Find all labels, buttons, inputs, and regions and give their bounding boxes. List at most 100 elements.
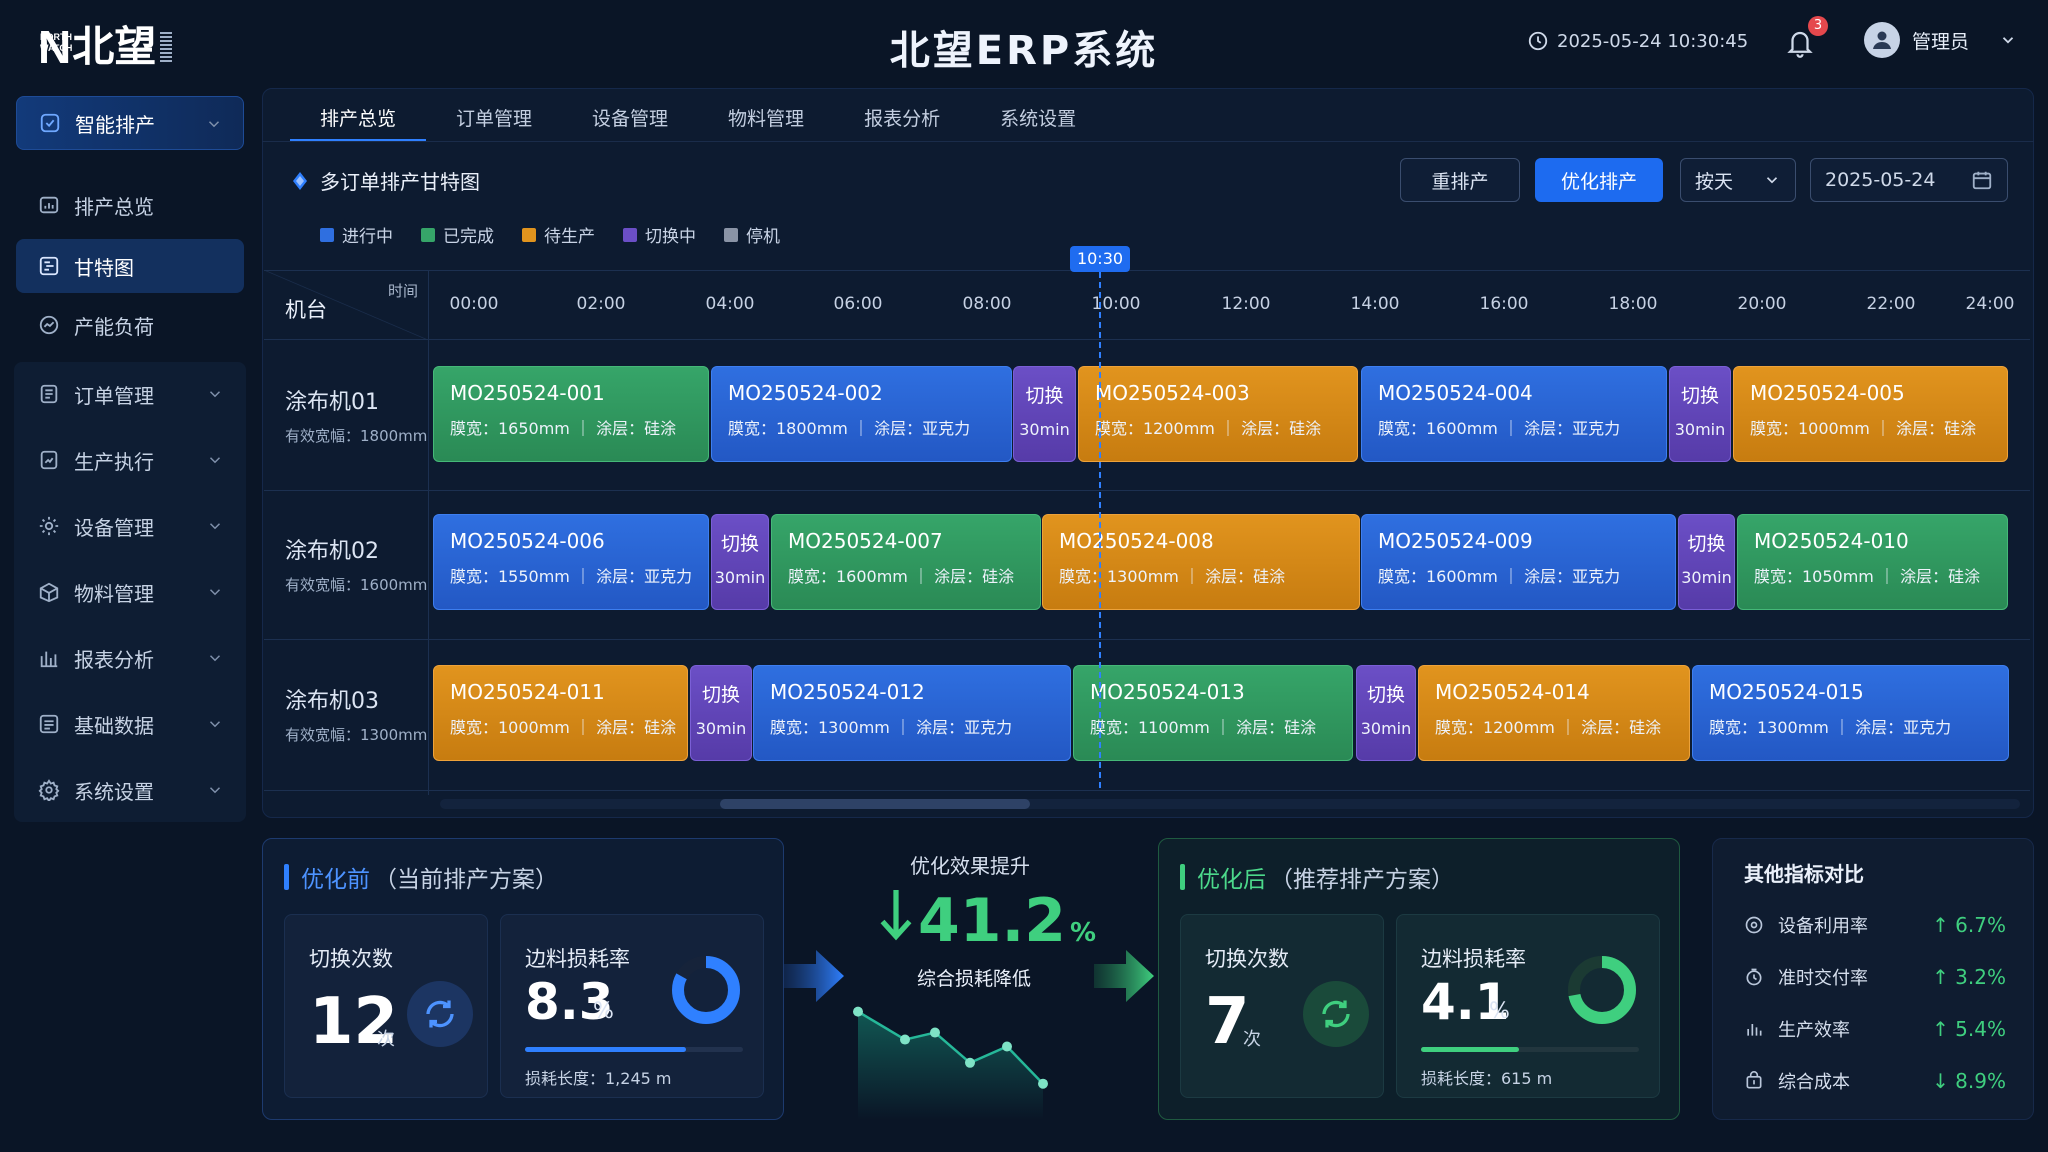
sidebar-item-reports[interactable]: 报表分析 xyxy=(16,631,244,685)
view-select-value: 按天 xyxy=(1695,170,1734,193)
order-bar[interactable]: MO250524-015 膜宽：1300mm ｜ 涂层：亚克力 xyxy=(1692,665,2009,761)
time-tick: 22:00 xyxy=(1866,294,1916,314)
changeover-duration: 30min xyxy=(695,719,747,738)
user-menu[interactable]: 管理员 xyxy=(1864,22,2017,58)
sidebar-item-smart-scheduling[interactable]: 智能排产 xyxy=(16,96,244,150)
sidebar-item-gantt[interactable]: 甘特图 xyxy=(16,239,244,293)
sidebar-item-base-data[interactable]: 基础数据 xyxy=(16,697,244,751)
order-bar[interactable]: MO250524-013 膜宽：1100mm ｜ 涂层：硅涂 xyxy=(1073,665,1353,761)
order-bar[interactable]: MO250524-003 膜宽：1200mm ｜ 涂层：硅涂 xyxy=(1078,366,1358,462)
card-label: 切换次数 xyxy=(309,947,393,971)
order-info: 膜宽：1300mm ｜ 涂层：亚克力 xyxy=(770,718,1013,737)
arrow-right-icon xyxy=(784,950,844,1002)
changeover-label: 切换 xyxy=(1025,385,1064,407)
tab-divider xyxy=(262,141,2034,142)
changeover-duration: 30min xyxy=(1681,568,1732,587)
order-id: MO250524-010 xyxy=(1754,529,1909,553)
order-id: MO250524-009 xyxy=(1378,529,1533,553)
legend-label: 停机 xyxy=(746,227,780,247)
changeover-bar[interactable]: 切换 30min xyxy=(711,514,769,610)
sidebar-item-orders[interactable]: 订单管理 xyxy=(16,367,244,421)
changeover-bar[interactable]: 切换 30min xyxy=(1013,366,1076,462)
tab-materials[interactable]: 物料管理 xyxy=(698,96,834,142)
order-id: MO250524-013 xyxy=(1090,680,1245,704)
order-bar[interactable]: MO250524-007 膜宽：1600mm ｜ 涂层：硅涂 xyxy=(771,514,1041,610)
order-bar[interactable]: MO250524-010 膜宽：1050mm ｜ 涂层：硅涂 xyxy=(1737,514,2008,610)
improve-value: 41.2 xyxy=(918,886,1067,956)
order-info: 膜宽：1300mm ｜ 涂层：亚克力 xyxy=(1709,718,1952,737)
order-bar[interactable]: MO250524-005 膜宽：1000mm ｜ 涂层：硅涂 xyxy=(1733,366,2008,462)
datetime-text: 2025-05-24 10:30:45 xyxy=(1557,30,1749,52)
order-bar[interactable]: MO250524-006 膜宽：1550mm ｜ 涂层：亚克力 xyxy=(433,514,709,610)
changeover-bar[interactable]: 切换 30min xyxy=(1678,514,1735,610)
machine-width: 有效宽幅：1300mm xyxy=(285,726,428,744)
time-tick: 18:00 xyxy=(1608,294,1658,314)
tab-orders[interactable]: 订单管理 xyxy=(426,96,562,142)
changeover-bar[interactable]: 切换 30min xyxy=(690,665,752,761)
clock-icon xyxy=(1528,31,1548,51)
sidebar-item-overview[interactable]: 排产总览 xyxy=(16,178,244,232)
gear-icon xyxy=(39,516,59,536)
header-clock: 2025-05-24 10:30:45 xyxy=(1527,30,1748,52)
time-tick: 08:00 xyxy=(962,294,1012,314)
machine-name: 涂布机03 xyxy=(285,689,379,714)
order-id: MO250524-008 xyxy=(1059,529,1214,553)
tab-reports[interactable]: 报表分析 xyxy=(834,96,970,142)
progress-track xyxy=(525,1047,743,1052)
order-id: MO250524-003 xyxy=(1095,381,1250,405)
time-tick: 12:00 xyxy=(1221,294,1271,314)
optimize-button[interactable]: 优化排产 xyxy=(1535,158,1663,202)
before-title-main: 优化前 xyxy=(301,867,370,893)
tab-equipment[interactable]: 设备管理 xyxy=(562,96,698,142)
refresh-badge xyxy=(407,981,473,1047)
chevron-down-icon xyxy=(209,589,221,596)
sidebar-item-capacity[interactable]: 产能负荷 xyxy=(16,298,244,352)
date-picker[interactable]: 2025-05-24 xyxy=(1810,158,2008,202)
changeover-bar[interactable]: 切换 30min xyxy=(1669,366,1731,462)
order-bar[interactable]: MO250524-009 膜宽：1600mm ｜ 涂层：亚克力 xyxy=(1361,514,1676,610)
order-icon xyxy=(40,384,58,404)
time-tick: 04:00 xyxy=(705,294,755,314)
tab-overview[interactable]: 排产总览 xyxy=(290,96,427,142)
view-select[interactable]: 按天 xyxy=(1680,158,1796,202)
time-tick: 16:00 xyxy=(1479,294,1529,314)
other-metrics-title: 其他指标对比 xyxy=(1744,862,1864,886)
order-info: 膜宽：1000mm ｜ 涂层：硅涂 xyxy=(1750,419,1977,438)
changeover-label: 切换 xyxy=(1687,533,1726,555)
refresh-icon xyxy=(1322,1000,1350,1028)
order-bar[interactable]: MO250524-002 膜宽：1800mm ｜ 涂层：亚克力 xyxy=(711,366,1012,462)
order-bar[interactable]: MO250524-004 膜宽：1600mm ｜ 涂层：亚克力 xyxy=(1361,366,1667,462)
tab-bar: 排产总览 订单管理 设备管理 物料管理 报表分析 系统设置 xyxy=(290,96,1106,142)
horizontal-scrollbar[interactable] xyxy=(440,799,2020,809)
unit-label: % xyxy=(1489,999,1510,1024)
current-time-marker: 10:30 xyxy=(1070,246,1130,272)
legend-swatch xyxy=(320,227,334,242)
metric-row: 生产效率 ↑ 5.4% xyxy=(1744,1016,2006,1042)
order-info: 膜宽：1300mm ｜ 涂层：硅涂 xyxy=(1059,567,1286,586)
database-icon xyxy=(39,714,59,734)
order-bar[interactable]: MO250524-014 膜宽：1200mm ｜ 涂层：硅涂 xyxy=(1418,665,1690,761)
tab-settings[interactable]: 系统设置 xyxy=(970,96,1106,142)
after-title-sub: （推荐排产方案） xyxy=(1270,867,1454,893)
changeover-bar[interactable]: 切换 30min xyxy=(1356,665,1416,761)
gantt-legend: 进行中 已完成 待生产 切换中 停机 xyxy=(320,222,780,247)
reschedule-button[interactable]: 重排产 xyxy=(1400,158,1520,202)
legend-label: 已完成 xyxy=(443,227,494,247)
loss-length: 损耗长度：1,245 m xyxy=(525,1069,672,1088)
before-title: 优化前 （当前排产方案） xyxy=(284,860,558,894)
order-bar[interactable]: MO250524-001 膜宽：1650mm ｜ 涂层：硅涂 xyxy=(433,366,709,462)
order-info: 膜宽：1200mm ｜ 涂层：硅涂 xyxy=(1435,718,1662,737)
order-bar[interactable]: MO250524-012 膜宽：1300mm ｜ 涂层：亚克力 xyxy=(753,665,1071,761)
after-title: 优化后 （推荐排产方案） xyxy=(1180,860,1454,894)
sidebar-item-materials[interactable]: 物料管理 xyxy=(16,565,244,619)
sidebar-item-settings[interactable]: 系统设置 xyxy=(16,763,244,817)
legend-item: 切换中 xyxy=(623,222,696,247)
sidebar-item-equipment[interactable]: 设备管理 xyxy=(16,499,244,553)
order-bar[interactable]: MO250524-011 膜宽：1000mm ｜ 涂层：硅涂 xyxy=(433,665,688,761)
scrollbar-thumb[interactable] xyxy=(720,799,1030,809)
after-switch-card: 切换次数 7 次 xyxy=(1180,914,1384,1098)
chevron-down-icon xyxy=(208,121,220,128)
sidebar-item-production[interactable]: 生产执行 xyxy=(16,433,244,487)
order-bar[interactable]: MO250524-008 膜宽：1300mm ｜ 涂层：硅涂 xyxy=(1042,514,1360,610)
order-info: 膜宽：1600mm ｜ 涂层：硅涂 xyxy=(788,567,1015,586)
